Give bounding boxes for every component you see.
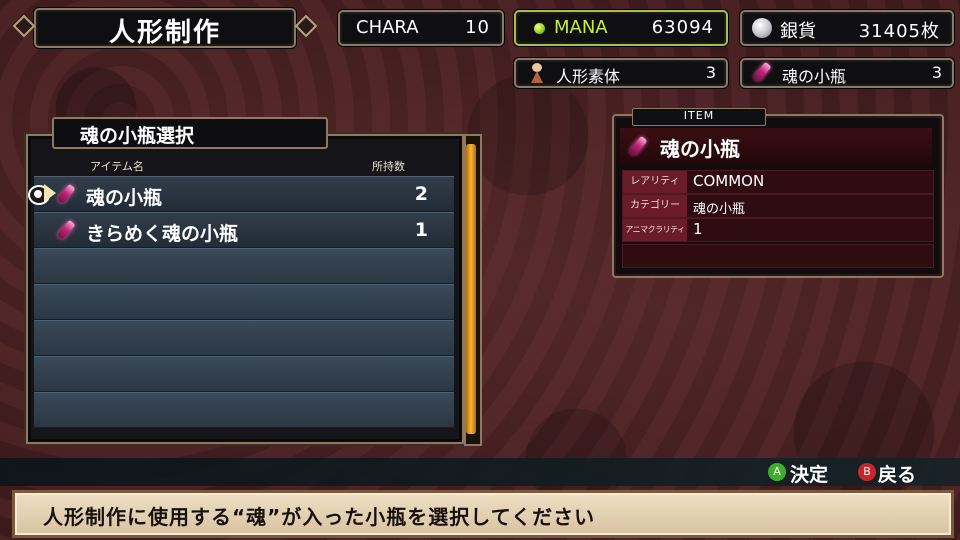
silver-value: 31405枚 — [858, 21, 940, 42]
list-item-name: 魂の小瓶 — [86, 187, 163, 209]
soul-vial-icon — [56, 219, 76, 241]
item-tab-label: ITEM — [632, 108, 766, 126]
empty-list-row — [34, 320, 454, 356]
rarity-label: レアリティ — [623, 171, 687, 193]
empty-info-row — [622, 244, 934, 268]
soul-vial-counter: 魂の小瓶 3 — [740, 58, 954, 88]
empty-list-row — [34, 248, 454, 284]
soul-vial-label: 魂の小瓶 — [782, 67, 847, 86]
column-header-count: 所持数 — [372, 160, 405, 173]
instruction-message: 人形制作に使用する“魂”が入った小瓶を選択してください — [43, 505, 596, 529]
ornament-right — [294, 14, 318, 38]
chara-value: 10 — [465, 17, 490, 38]
scrollbar-thumb[interactable] — [466, 144, 476, 434]
category-value: 魂の小瓶 — [693, 202, 746, 217]
doll-material-value: 3 — [705, 63, 716, 82]
silver-coin-icon — [752, 18, 772, 38]
soul-vial-icon — [56, 183, 76, 205]
anima-clarity-value: 1 — [693, 220, 703, 238]
list-title-box: 魂の小瓶選択 — [52, 117, 328, 149]
mana-orb-icon — [534, 23, 545, 34]
list-item-count: 2 — [414, 183, 428, 205]
soul-vial-value: 3 — [931, 63, 942, 82]
soul-vial-icon — [628, 135, 648, 157]
mana-label: MANA — [554, 17, 608, 38]
rarity-row: レアリティ COMMON — [622, 170, 934, 194]
page-title-box: 人形制作 — [34, 8, 296, 48]
anima-clarity-label: アニマクラリティ — [623, 219, 687, 241]
list-title: 魂の小瓶選択 — [80, 125, 195, 147]
chara-label: CHARA — [356, 17, 419, 38]
list-item[interactable]: きらめく魂の小瓶 1 — [34, 212, 454, 248]
list-item-name: きらめく魂の小瓶 — [86, 223, 239, 245]
chara-counter: CHARA 10 — [338, 10, 504, 46]
empty-list-row — [34, 284, 454, 320]
back-hint[interactable]: 戻る — [878, 460, 916, 487]
page-title: 人形制作 — [108, 18, 221, 48]
list-item-count: 1 — [414, 219, 428, 241]
soul-vial-icon — [752, 61, 772, 83]
silver-counter: 銀貨 31405枚 — [740, 10, 954, 46]
item-name-bar: 魂の小瓶 — [620, 128, 932, 164]
category-row: カテゴリー 魂の小瓶 — [622, 194, 934, 218]
list-item[interactable]: 魂の小瓶 2 — [28, 176, 454, 212]
anima-clarity-row: アニマクラリティ 1 — [622, 218, 934, 242]
b-button-icon: B — [858, 463, 876, 481]
doll-icon — [530, 63, 544, 83]
rarity-value: COMMON — [693, 172, 765, 190]
category-label: カテゴリー — [623, 195, 687, 217]
doll-material-counter: 人形素体 3 — [514, 58, 728, 88]
ornament-left — [12, 14, 36, 38]
mana-value: 63094 — [651, 17, 714, 38]
confirm-hint[interactable]: 決定 — [790, 460, 828, 487]
message-bar: 人形制作に使用する“魂”が入った小瓶を選択してください — [12, 490, 954, 538]
silver-label: 銀貨 — [780, 21, 816, 42]
doll-material-label: 人形素体 — [556, 67, 621, 86]
selection-cursor-icon — [28, 181, 58, 205]
empty-list-row — [34, 392, 454, 428]
empty-list-row — [34, 356, 454, 392]
item-name: 魂の小瓶 — [660, 137, 740, 161]
column-header-name: アイテム名 — [90, 160, 144, 173]
a-button-icon: A — [768, 463, 786, 481]
mana-counter: MANA 63094 — [514, 10, 728, 46]
